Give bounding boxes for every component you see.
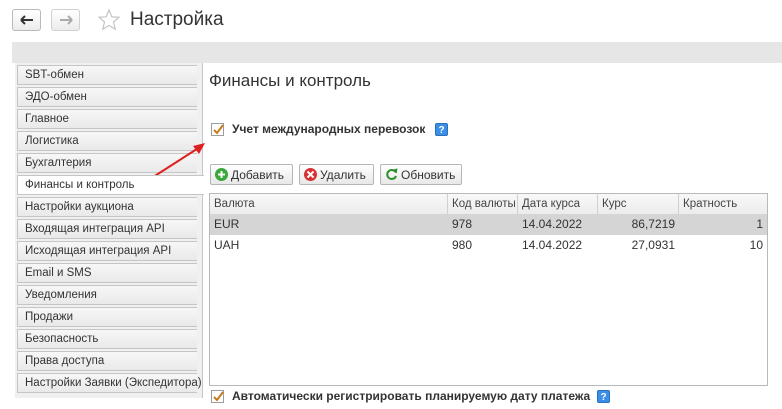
sidebar-item-incoming-api[interactable]: Входящая интеграция API [17,219,197,239]
cell-code: 980 [452,238,473,252]
back-button[interactable] [12,9,41,31]
page-title: Финансы и контроль [209,71,371,90]
table-header: Валюта Код валюты Дата курса Курс Кратно… [210,194,767,215]
currency-table[interactable]: Валюта Код валюты Дата курса Курс Кратно… [209,193,768,386]
column-header-rate[interactable]: Курс [598,194,679,214]
delete-button-label: Удалить [320,167,366,182]
refresh-icon [385,168,398,181]
refresh-button[interactable]: Обновить [380,164,462,185]
sidebar-item-outgoing-api[interactable]: Исходящая интеграция API [17,241,197,261]
header-separator [12,42,782,63]
arrow-right-icon [59,15,73,25]
sidebar-item-security[interactable]: Безопасность [17,329,197,349]
cell-multiplicity: 10 [749,238,763,252]
help-icon[interactable]: ? [597,390,610,403]
sidebar-item-sbt[interactable]: SBT-обмен [17,65,197,85]
refresh-button-label: Обновить [401,167,456,182]
table-row[interactable]: EUR 978 14.04.2022 86,7219 1 [210,214,767,235]
table-row[interactable]: UAH 980 14.04.2022 27,0931 10 [210,235,767,256]
favorite-star-icon[interactable] [97,8,121,35]
sidebar-item-edo[interactable]: ЭДО-обмен [17,87,197,107]
column-header-code[interactable]: Код валюты [448,194,518,214]
arrow-left-icon [19,15,34,25]
cell-multiplicity: 1 [756,217,763,231]
add-button[interactable]: Добавить [210,164,293,185]
sidebar-item-email-sms[interactable]: Email и SMS [17,263,197,283]
add-button-label: Добавить [231,167,285,182]
cell-rate: 86,7219 [631,217,675,231]
auto-payment-date-label: Автоматически регистрировать планируемую… [232,389,591,403]
title-bar: Настройка [0,0,782,42]
sidebar-item-main[interactable]: Главное [17,109,197,129]
plus-icon [215,168,228,181]
sidebar-item-auction[interactable]: Настройки аукциона [17,197,197,217]
cell-date: 14.04.2022 [522,238,583,252]
delete-button[interactable]: Удалить [299,164,374,185]
window-title: Настройка [130,9,224,30]
cell-currency: EUR [214,217,240,231]
sidebar-item-sales[interactable]: Продажи [17,307,197,327]
cell-currency: UAH [214,238,240,252]
cell-rate: 27,0931 [631,238,675,252]
sidebar-item-notifications[interactable]: Уведомления [17,285,197,305]
settings-sidebar: SBT-обмен ЭДО-обмен Главное Логистика Бу… [15,63,204,398]
sidebar-item-finance[interactable]: Финансы и контроль [17,175,204,195]
column-header-currency[interactable]: Валюта [210,194,448,214]
intl-transport-label: Учет международных перевозок [232,122,426,136]
cell-code: 978 [452,217,473,231]
forward-button[interactable] [51,9,80,31]
column-header-date[interactable]: Дата курса [518,194,598,214]
auto-payment-date-checkbox[interactable] [211,390,224,403]
column-header-multiplicity[interactable]: Кратность [679,194,767,214]
sidebar-item-forwarder-settings[interactable]: Настройки Заявки (Экспедитора) [17,373,202,393]
sidebar-item-logistics[interactable]: Логистика [17,131,197,151]
sidebar-item-accounting[interactable]: Бухгалтерия [17,153,197,173]
help-icon[interactable]: ? [435,123,448,136]
sidebar-item-access-rights[interactable]: Права доступа [17,351,197,371]
intl-transport-checkbox[interactable] [211,123,224,136]
cell-date: 14.04.2022 [522,217,583,231]
delete-x-icon [304,168,317,181]
